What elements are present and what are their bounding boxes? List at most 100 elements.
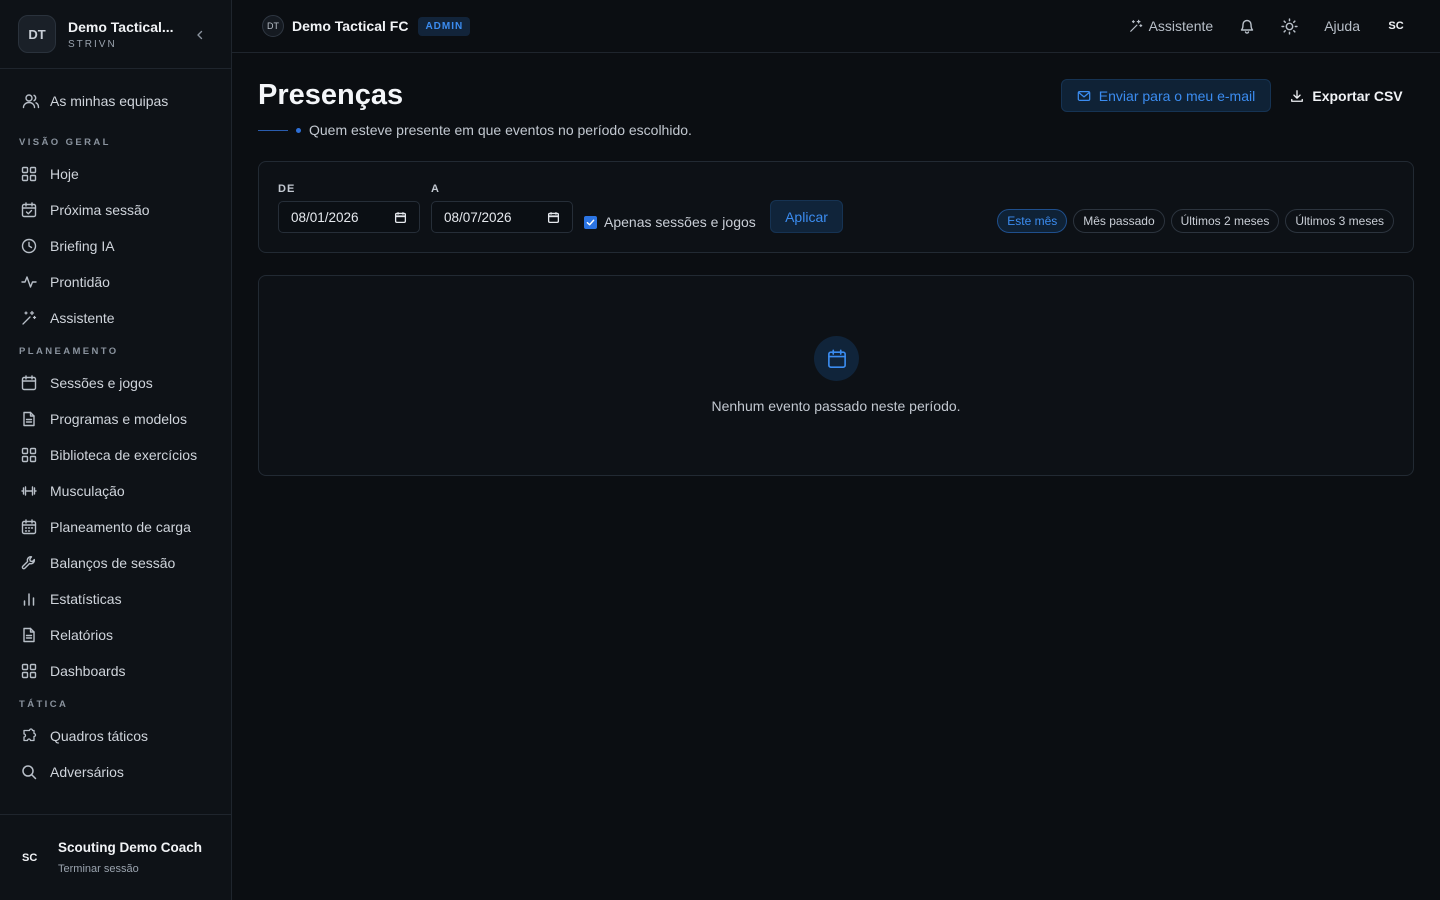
sidebar-item-label: Assistente <box>50 310 115 326</box>
team-switcher[interactable]: DT Demo Tactical... STRIVN <box>0 0 231 69</box>
calendar-icon <box>20 374 38 392</box>
subtitle-divider <box>258 129 288 131</box>
sidebar-item-briefing[interactable]: Briefing IA <box>0 228 231 264</box>
page-subtitle: Quem esteve presente em que eventos no p… <box>309 122 692 138</box>
team-org: STRIVN <box>68 38 117 50</box>
subtitle-dot <box>296 127 301 133</box>
to-date-input[interactable]: 08/07/2026 <box>431 201 573 233</box>
topbar-team-name: Demo Tactical FC <box>292 18 409 34</box>
grid-icon <box>20 662 38 680</box>
sessions-only-checkbox[interactable] <box>584 215 597 229</box>
preset-last-2-months[interactable]: Últimos 2 meses <box>1170 209 1280 233</box>
send-email-button[interactable]: Enviar para o meu e-mail <box>1061 79 1271 112</box>
sidebar-item-readiness[interactable]: Prontidão <box>0 264 231 300</box>
preset-last-month[interactable]: Mês passado <box>1073 209 1165 233</box>
from-label: DE <box>278 183 296 195</box>
sidebar-item-label: Programas e modelos <box>50 411 187 427</box>
calendar-check-icon <box>20 201 38 219</box>
sidebar-item-load-planning[interactable]: Planeamento de carga <box>0 509 231 545</box>
sidebar-item-dashboards[interactable]: Dashboards <box>0 653 231 689</box>
date-presets: Este mês Mês passado Últimos 2 meses Últ… <box>991 209 1394 233</box>
team-avatar: DT <box>18 15 56 53</box>
user-menu[interactable]: SC <box>1382 20 1410 32</box>
sidebar-item-label: Quadros táticos <box>50 728 149 744</box>
sidebar-item-label: As minhas equipas <box>50 93 169 109</box>
calendar-grid-icon <box>20 518 38 536</box>
sidebar-item-today[interactable]: Hoje <box>0 156 231 192</box>
sidebar-item-label: Planeamento de carga <box>50 519 191 535</box>
document-icon <box>20 626 38 644</box>
team-badge: DT <box>262 15 284 37</box>
team-name: Demo Tactical... <box>68 18 174 35</box>
preset-last-3-months[interactable]: Últimos 3 meses <box>1285 209 1394 233</box>
mail-icon <box>1077 89 1091 103</box>
wrench-icon <box>20 554 38 572</box>
sidebar-item-opponents[interactable]: Adversários <box>0 754 231 790</box>
document-icon <box>20 410 38 428</box>
topbar: DT Demo Tactical FC ADMIN Assistente Aju… <box>232 0 1440 53</box>
help-link[interactable]: Ajuda <box>1324 18 1360 34</box>
role-badge: ADMIN <box>418 16 471 36</box>
sidebar-item-label: Dashboards <box>50 663 126 679</box>
preset-this-month[interactable]: Este mês <box>997 209 1068 233</box>
sidebar-item-programs[interactable]: Programas e modelos <box>0 401 231 437</box>
puzzle-icon <box>20 727 38 745</box>
sidebar-item-session-reviews[interactable]: Balanços de sessão <box>0 545 231 581</box>
download-icon <box>1290 89 1304 103</box>
sidebar-item-label: Balanços de sessão <box>50 555 176 571</box>
calendar-icon[interactable] <box>547 211 560 224</box>
page-title: Presenças <box>258 79 404 111</box>
sidebar-item-label: Hoje <box>50 166 79 182</box>
sidebar-item-sessions[interactable]: Sessões e jogos <box>0 365 231 401</box>
clock-icon <box>20 237 38 255</box>
sessions-only-toggle[interactable]: Apenas sessões e jogos <box>584 214 756 230</box>
sidebar-item-my-teams[interactable]: As minhas equipas <box>0 83 231 119</box>
grid-icon <box>20 165 38 183</box>
assistant-button[interactable]: Assistente <box>1129 18 1214 34</box>
sidebar: DT Demo Tactical... STRIVN As minhas equ… <box>0 0 232 900</box>
user-name: Scouting Demo Coach <box>58 840 203 855</box>
sidebar-item-reports[interactable]: Relatórios <box>0 617 231 653</box>
to-date-value: 08/07/2026 <box>444 209 512 225</box>
export-csv-button[interactable]: Exportar CSV <box>1279 79 1414 112</box>
sidebar-nav: As minhas equipas VISÃO GERAL Hoje Próxi… <box>0 69 231 814</box>
section-label-planning: PLANEAMENTO <box>19 346 119 357</box>
user-panel: SC Scouting Demo Coach Terminar sessão <box>0 814 231 900</box>
search-icon <box>20 763 38 781</box>
filter-panel: DE 08/01/2026 A 08/07/2026 Apenas sessõe… <box>258 161 1414 253</box>
calendar-icon <box>814 336 859 381</box>
sidebar-item-statistics[interactable]: Estatísticas <box>0 581 231 617</box>
sparkles-icon <box>20 309 38 327</box>
from-date-input[interactable]: 08/01/2026 <box>278 201 420 233</box>
sidebar-item-next-session[interactable]: Próxima sessão <box>0 192 231 228</box>
sidebar-item-tactical-boards[interactable]: Quadros táticos <box>0 718 231 754</box>
sidebar-item-label: Próxima sessão <box>50 202 150 218</box>
activity-icon <box>20 273 38 291</box>
apply-button[interactable]: Aplicar <box>770 200 843 233</box>
sun-icon[interactable] <box>1281 17 1298 35</box>
send-email-label: Enviar para o meu e-mail <box>1098 87 1256 104</box>
logout-link[interactable]: Terminar sessão <box>58 863 202 875</box>
bar-chart-icon <box>20 590 38 608</box>
sidebar-item-exercises[interactable]: Biblioteca de exercícios <box>0 437 231 473</box>
calendar-icon[interactable] <box>394 211 407 224</box>
sparkles-icon <box>1129 19 1143 33</box>
main-content: Presenças Quem esteve presente em que ev… <box>258 53 1414 476</box>
from-date-value: 08/01/2026 <box>291 209 359 225</box>
bell-icon[interactable] <box>1239 18 1255 34</box>
sidebar-item-label: Estatísticas <box>50 591 122 607</box>
empty-state-message: Nenhum evento passado neste período. <box>711 398 961 414</box>
sidebar-item-assistant[interactable]: Assistente <box>0 300 231 336</box>
sidebar-item-label: Adversários <box>50 764 124 780</box>
sidebar-item-label: Prontidão <box>50 274 110 290</box>
empty-state: Nenhum evento passado neste período. <box>258 275 1414 476</box>
sidebar-item-label: Musculação <box>50 483 125 499</box>
chevron-left-icon[interactable] <box>193 28 207 42</box>
assistant-label: Assistente <box>1148 18 1214 34</box>
sidebar-item-strength[interactable]: Musculação <box>0 473 231 509</box>
section-label-tactics: TÁTICA <box>19 699 69 710</box>
sidebar-item-label: Biblioteca de exercícios <box>50 447 198 463</box>
sidebar-item-label: Relatórios <box>50 627 114 643</box>
grid-icon <box>20 446 38 464</box>
sidebar-item-label: Sessões e jogos <box>50 375 153 391</box>
